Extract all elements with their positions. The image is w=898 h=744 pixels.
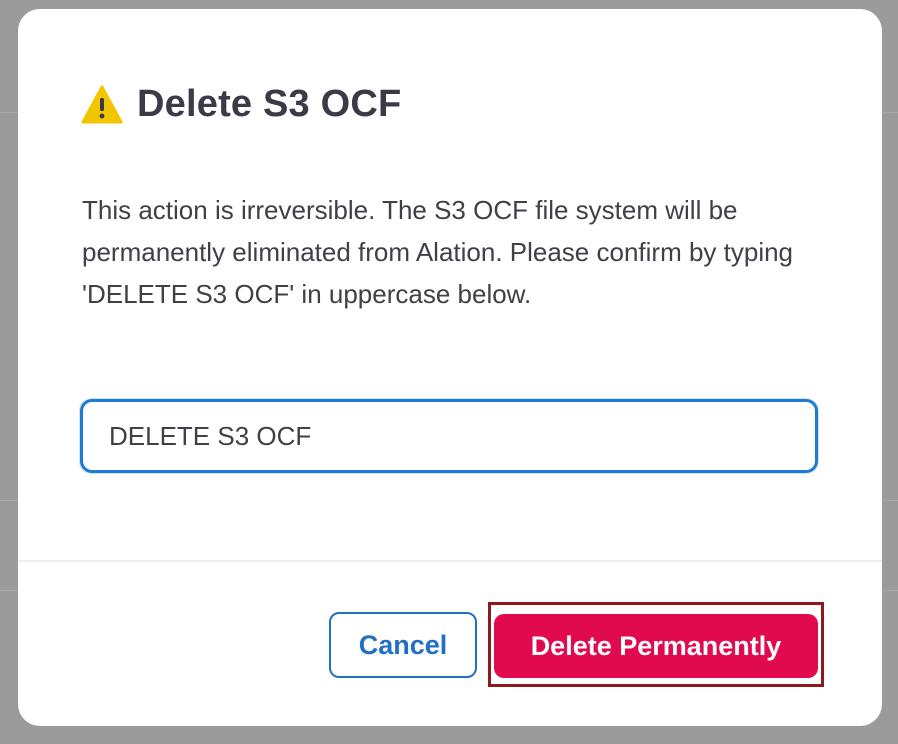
dialog-footer-divider <box>18 560 882 562</box>
warning-icon <box>81 85 123 123</box>
confirm-delete-input[interactable] <box>80 399 818 473</box>
cancel-button[interactable]: Cancel <box>329 612 477 678</box>
dialog-header: Delete S3 OCF <box>81 83 401 126</box>
dialog-title: Delete S3 OCF <box>137 83 402 125</box>
delete-confirmation-dialog: Delete S3 OCF This action is irreversibl… <box>18 9 882 726</box>
dialog-message: This action is irreversible. The S3 OCF … <box>82 195 794 309</box>
delete-permanently-button[interactable]: Delete Permanently <box>494 614 818 678</box>
